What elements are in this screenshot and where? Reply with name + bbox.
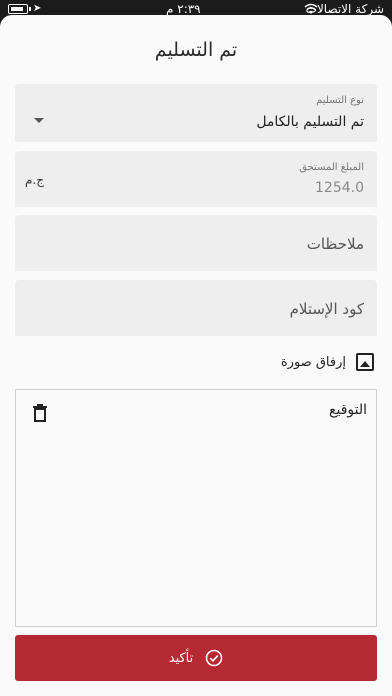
receipt-code-placeholder: كود الإستلام (289, 300, 364, 318)
delivery-type-label: نوع التسليم (316, 95, 364, 106)
check-circle-icon (205, 649, 223, 667)
amount-due-label: المبلغ المستحق (299, 162, 364, 173)
location-arrow-icon: ➤ (33, 3, 42, 14)
delivery-sheet: تم التسليم نوع التسليم تم التسليم بالكام… (0, 15, 392, 696)
receipt-code-field[interactable]: كود الإستلام (15, 280, 377, 336)
attach-image-button[interactable]: إرفاق صورة (281, 353, 374, 371)
confirm-label: تأكيد (168, 650, 194, 666)
delivery-type-value: تم التسليم بالكامل (256, 114, 364, 130)
amount-due-field: المبلغ المستحق 1254.0 ج.م (15, 151, 377, 207)
status-time: ٢:٣٩ م (166, 2, 201, 16)
amount-due-value: 1254.0 (315, 180, 364, 196)
notes-placeholder: ملاحظات (306, 235, 364, 253)
battery-icon (8, 4, 31, 14)
signature-pad[interactable]: التوقيع (15, 389, 377, 627)
wifi-icon (304, 3, 318, 14)
attach-image-label: إرفاق صورة (280, 354, 346, 370)
dropdown-arrow-icon (34, 118, 44, 123)
signature-label: التوقيع (329, 402, 367, 418)
currency-label: ج.م (25, 173, 44, 187)
confirm-button[interactable]: تأكيد (15, 635, 377, 681)
notes-field[interactable]: ملاحظات (15, 215, 377, 271)
trash-icon[interactable] (33, 404, 47, 422)
delivery-type-select[interactable]: نوع التسليم تم التسليم بالكامل (15, 84, 377, 142)
image-icon (356, 353, 374, 371)
page-title: تم التسليم (154, 39, 238, 61)
